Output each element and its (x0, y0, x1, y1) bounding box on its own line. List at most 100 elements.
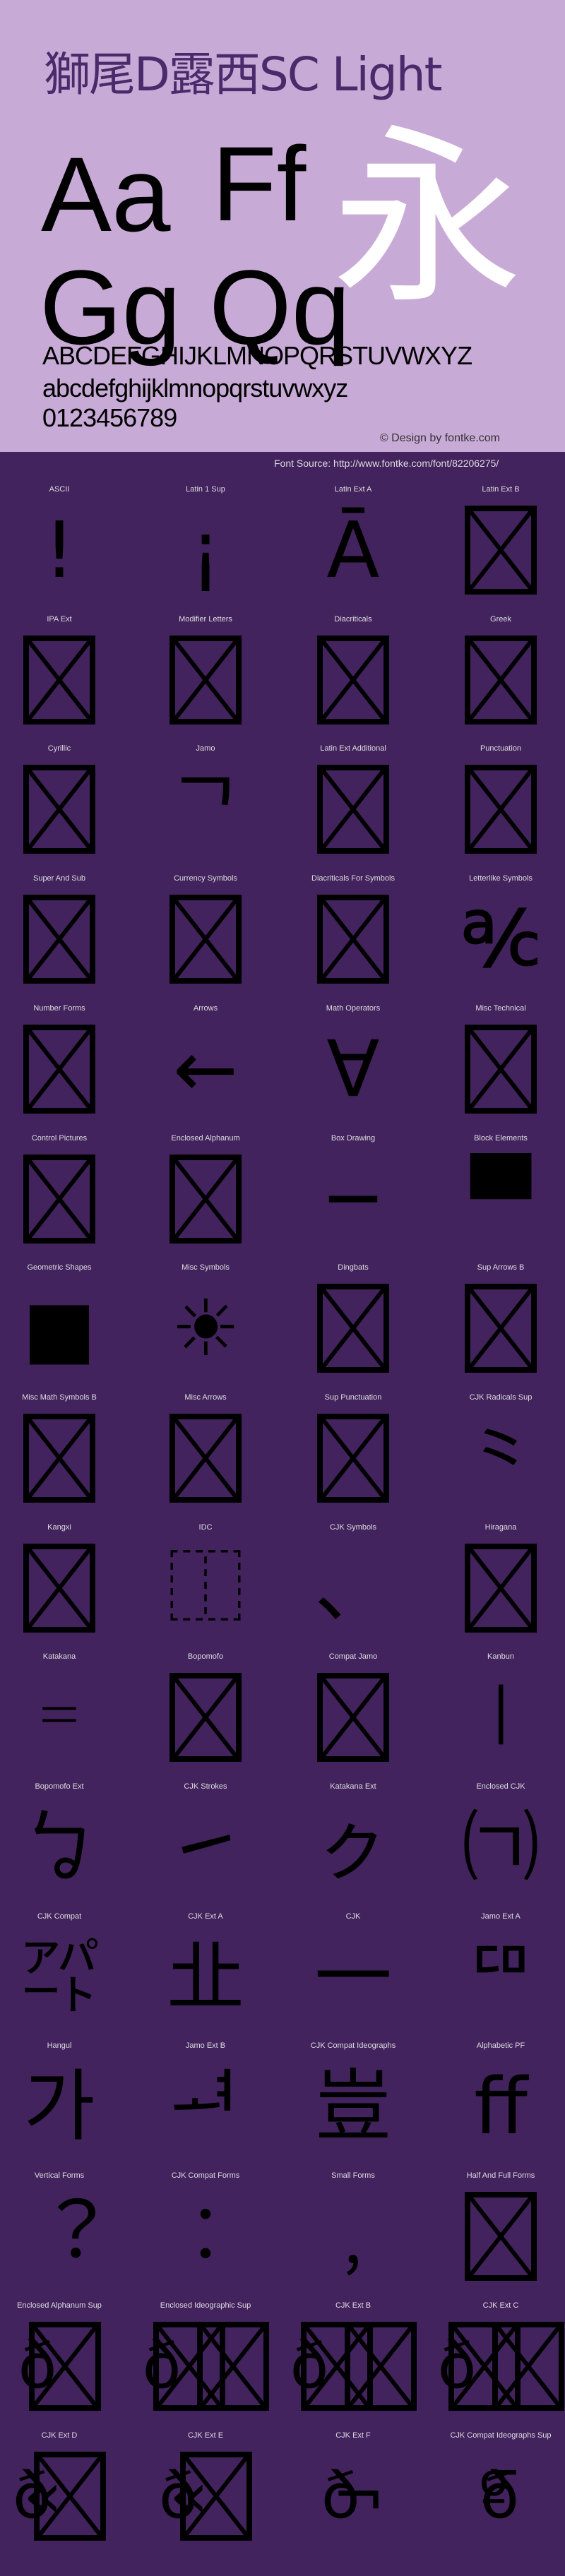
glyph-char: ㆠ (20, 1802, 98, 1892)
block-label: Number Forms (33, 1003, 85, 1013)
block-cell: CJK Compat Ideographs 豈 (290, 2041, 417, 2169)
block-cell: Kangxi (0, 1523, 123, 1650)
glyph-sample: ゠ (0, 1668, 123, 1767)
block-label: Kangxi (47, 1522, 71, 1532)
block-cell: CJK Radicals Sup ⺀ (437, 1393, 564, 1520)
font-source-link[interactable]: Font Source: http://www.fontke.com/font/… (274, 458, 499, 469)
block-cell: Hiragana (437, 1523, 564, 1650)
glyph-char: ∀ (326, 1023, 380, 1114)
glyph-char: ☀ (170, 1283, 241, 1374)
glyph-sample (290, 760, 417, 859)
block-cell: Bopomofo Ext ㆠ (0, 1782, 123, 1909)
block-cell: Number Forms (0, 1004, 123, 1131)
block-label: Alphabetic PF (476, 2041, 525, 2051)
block-label: Enclosed Alphanum (171, 1133, 240, 1143)
block-cell: CJK Compat Forms ︰ (142, 2171, 269, 2298)
block-cell: IDC ⿰ (142, 1523, 269, 1650)
block-label: Misc Technical (475, 1003, 526, 1013)
glyph-sample: ꥠ (437, 1928, 564, 2027)
glyph-sample (437, 501, 564, 600)
block-cell: Sup Arrows B (437, 1263, 564, 1390)
block-cell: Latin 1 Sup ¡ (142, 485, 269, 612)
block-label: Latin Ext A (334, 485, 372, 494)
glyph-char: ■ (23, 1283, 96, 1374)
glyph-sample: ㇰ (290, 1798, 417, 1897)
block-label: Enclosed Ideographic Sup (160, 2301, 251, 2310)
missing-glyph-icon (23, 1413, 95, 1503)
block-cell: Diacriticals (290, 615, 417, 742)
block-cell: Greek (437, 615, 564, 742)
block-label: Diacriticals For Symbols (311, 874, 395, 883)
missing-glyph-icon (465, 765, 537, 854)
glyph-char: ︰ (167, 2191, 244, 2282)
block-cell: Letterlike Symbols ℀ (437, 874, 564, 1001)
block-cell: CJK Ext C ð (437, 2301, 564, 2428)
glyph-sample: 㐀 (142, 1928, 269, 2027)
block-label: Bopomofo (187, 1652, 224, 1662)
block-label: CJK Strokes (184, 1782, 227, 1791)
block-label: Punctuation (480, 744, 522, 753)
glyph-sample: ! (0, 501, 123, 600)
glyph-char: ℀ (460, 894, 541, 985)
block-cell: Kanbun ㆐ (437, 1652, 564, 1779)
missing-glyph-icon (317, 1673, 389, 1763)
missing-glyph-icon (180, 2451, 253, 2541)
block-cell: CJK Ext A 㐀 (142, 1912, 269, 2039)
glyph-sample: ㆐ (437, 1668, 564, 1767)
glyph-char: ㇰ (314, 1802, 392, 1892)
glyph-sample: ▀ (437, 1150, 564, 1248)
missing-glyph-icon (34, 2451, 107, 2541)
glyph-sample: ð (142, 2317, 269, 2416)
missing-glyph-icon (317, 1413, 389, 1503)
block-label: Jamo Ext B (185, 2041, 226, 2051)
missing-glyph-icon (23, 1543, 95, 1633)
glyph-sample: 豈 (290, 2057, 417, 2156)
block-cell: Modifier Letters (142, 615, 269, 742)
block-label: Greek (490, 614, 511, 624)
missing-glyph-icon (465, 2192, 537, 2282)
glyph-sample: ㆠ (0, 1798, 123, 1897)
block-label: Jamo Ext A (481, 1912, 521, 1921)
block-label: Hangul (47, 2041, 72, 2051)
block-cell: Control Pictures (0, 1134, 123, 1261)
glyph-sample (290, 1668, 417, 1767)
block-cell: Cyrillic (0, 744, 123, 871)
block-label: CJK (345, 1912, 361, 1921)
glyph-sample (437, 1020, 564, 1119)
glyph-char: ︖ (20, 2191, 98, 2282)
block-cell: IPA Ext (0, 615, 123, 742)
glyph-sample: Ā (290, 501, 417, 600)
block-label: Math Operators (326, 1003, 381, 1013)
glyph-char: ㇀ (167, 1802, 244, 1892)
block-label: Cyrillic (47, 744, 71, 753)
block-label: Enclosed CJK (476, 1782, 525, 1791)
glyph-char: ᄀ (170, 764, 242, 855)
glyph-sample: ﬀ (437, 2057, 564, 2156)
block-label: Jamo (196, 744, 215, 753)
block-cell: CJK Strokes ㇀ (142, 1782, 269, 1909)
block-label: Sup Arrows B (477, 1263, 525, 1272)
copyright-text: © Design by fontke.com (379, 432, 500, 444)
glyph-sample: ¡ (142, 501, 269, 600)
glyph-char: ! (43, 505, 76, 595)
glyph-sample: 가 (0, 2057, 123, 2156)
block-label: CJK Symbols (329, 1522, 377, 1532)
block-label: IPA Ext (47, 614, 72, 624)
font-title: 獅尾D露西SC Light (44, 47, 442, 102)
glyph-sample: ⿰ (142, 1539, 269, 1638)
font-preview-header: 獅尾D露西SC Light Aa Ff Gg Qq 永 ABCDEFGHIJKL… (0, 0, 565, 452)
block-label: CJK Compat Ideographs Sup (450, 2431, 552, 2440)
lowercase-sample: abcdefghijklmnopqrstuvwxyz (42, 374, 348, 402)
block-cell: Geometric Shapes ■ (0, 1263, 123, 1390)
block-cell: Enclosed CJK ㈀ (437, 1782, 564, 1909)
block-cell: Currency Symbols (142, 874, 269, 1001)
block-label: CJK Ext A (188, 1912, 223, 1921)
block-label: Geometric Shapes (27, 1263, 92, 1272)
block-cell: CJK Ext B ð (290, 2301, 417, 2428)
block-cell: Misc Arrows (142, 1393, 269, 1520)
glyph-sample: ð « (0, 2447, 123, 2546)
block-cell: CJK Symbols 、 (290, 1523, 417, 1650)
glyph-sample: ㇀ (142, 1798, 269, 1897)
missing-glyph-icon (23, 635, 95, 724)
block-cell: Punctuation (437, 744, 564, 871)
